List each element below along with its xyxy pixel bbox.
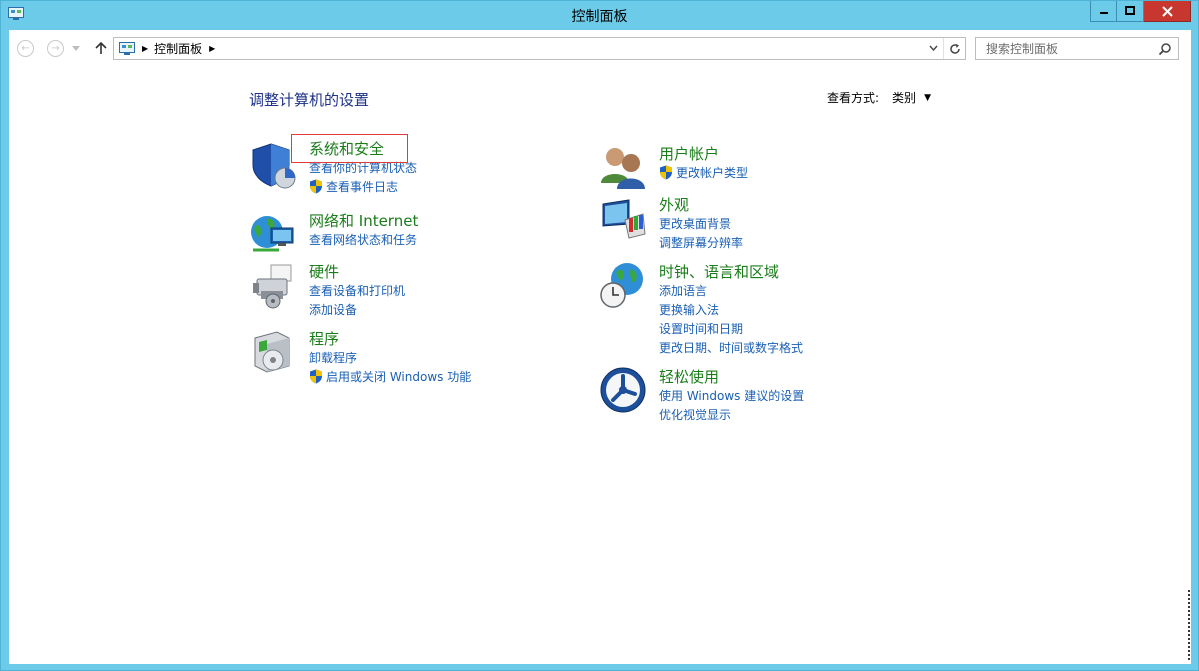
link-text[interactable]: 更改帐户类型 <box>676 164 748 181</box>
back-arrow-icon: ← <box>17 40 34 57</box>
link-view-network-status[interactable]: 查看网络状态和任务 <box>309 230 417 249</box>
view-by-dropdown[interactable]: 类别 ▼ <box>892 89 931 106</box>
chevron-down-icon[interactable]: ▼ <box>924 93 931 103</box>
link-text[interactable]: 启用或关闭 Windows 功能 <box>326 368 471 385</box>
category-hardware: 硬件 查看设备和打印机 添加设备 <box>249 261 549 321</box>
network-globe-icon[interactable] <box>249 210 297 258</box>
link-text[interactable]: 使用 Windows 建议的设置 <box>659 387 804 404</box>
category-system-security: 系统和安全 查看你的计算机状态 查看事件日志 <box>249 141 549 201</box>
users-icon[interactable] <box>599 143 647 191</box>
category-ease-of-access: 轻松使用 使用 Windows 建议的设置 优化视觉显示 <box>599 366 899 426</box>
breadcrumb[interactable]: 控制面板 <box>154 40 202 57</box>
up-button[interactable] <box>91 39 110 58</box>
view-by-label: 查看方式: <box>827 89 879 106</box>
shield-icon[interactable] <box>249 141 297 189</box>
search-icon[interactable] <box>1158 42 1172 56</box>
uac-shield-icon <box>659 165 673 180</box>
category-network-internet: 网络和 Internet 查看网络状态和任务 <box>249 210 549 260</box>
client-area: ← → ▶ 控制面板 ▶ <box>9 30 1191 664</box>
programs-box-icon[interactable] <box>249 328 297 376</box>
link-optimize-visual-display[interactable]: 优化视觉显示 <box>659 405 804 424</box>
link-view-devices-printers[interactable]: 查看设备和打印机 <box>309 281 405 300</box>
link-text[interactable]: 查看设备和打印机 <box>309 282 405 299</box>
page-title: 调整计算机的设置 <box>249 89 369 110</box>
category-user-accounts: 用户帐户 更改帐户类型 <box>599 143 899 193</box>
breadcrumb-separator-icon[interactable]: ▶ <box>209 44 215 53</box>
category-title[interactable]: 硬件 <box>309 261 339 282</box>
recent-locations-button[interactable] <box>70 39 82 58</box>
link-view-event-logs[interactable]: 查看事件日志 <box>309 177 417 196</box>
link-windows-recommended-settings[interactable]: 使用 Windows 建议的设置 <box>659 386 804 405</box>
minimize-icon <box>1099 6 1109 16</box>
maximize-icon <box>1125 6 1135 16</box>
back-button[interactable]: ← <box>16 39 35 58</box>
uac-shield-icon <box>309 369 323 384</box>
link-adjust-screen-resolution[interactable]: 调整屏幕分辨率 <box>659 233 743 252</box>
link-change-desktop-background[interactable]: 更改桌面背景 <box>659 214 743 233</box>
link-set-time-date[interactable]: 设置时间和日期 <box>659 319 803 338</box>
link-text[interactable]: 添加语言 <box>659 282 707 299</box>
category-title[interactable]: 系统和安全 <box>309 138 384 159</box>
link-add-language[interactable]: 添加语言 <box>659 281 803 300</box>
chevron-down-icon <box>929 45 938 51</box>
close-button[interactable] <box>1144 1 1191 22</box>
search-box[interactable] <box>975 37 1179 60</box>
printer-icon[interactable] <box>249 261 297 309</box>
category-title[interactable]: 外观 <box>659 194 689 215</box>
forward-arrow-icon: → <box>47 40 64 57</box>
title-bar[interactable]: 控制面板 <box>1 1 1198 30</box>
link-text[interactable]: 更改桌面背景 <box>659 215 731 232</box>
link-text[interactable]: 查看你的计算机状态 <box>309 159 417 176</box>
link-text[interactable]: 查看事件日志 <box>326 178 398 195</box>
close-icon <box>1162 6 1173 17</box>
link-text[interactable]: 优化视觉显示 <box>659 406 731 423</box>
forward-button[interactable]: → <box>46 39 65 58</box>
refresh-button[interactable] <box>943 38 965 59</box>
appearance-monitor-icon[interactable] <box>599 194 647 242</box>
category-appearance: 外观 更改桌面背景 调整屏幕分辨率 <box>599 194 899 254</box>
category-title[interactable]: 轻松使用 <box>659 366 719 387</box>
link-change-input-method[interactable]: 更换输入法 <box>659 300 803 319</box>
navigation-bar: ← → ▶ 控制面板 ▶ <box>9 30 1191 66</box>
chevron-down-icon <box>72 46 80 51</box>
category-title[interactable]: 程序 <box>309 328 339 349</box>
category-programs: 程序 卸载程序 启用或关闭 Windows 功能 <box>249 328 549 388</box>
maximize-button[interactable] <box>1117 1 1144 22</box>
link-uninstall-program[interactable]: 卸载程序 <box>309 348 471 367</box>
breadcrumb-separator-icon[interactable]: ▶ <box>142 44 148 53</box>
category-title[interactable]: 用户帐户 <box>659 143 719 164</box>
link-view-computer-status[interactable]: 查看你的计算机状态 <box>309 158 417 177</box>
clock-globe-icon[interactable] <box>599 261 647 309</box>
link-text[interactable]: 设置时间和日期 <box>659 320 743 337</box>
resize-grip[interactable] <box>1188 590 1191 660</box>
up-arrow-icon <box>95 42 107 55</box>
link-text[interactable]: 更换输入法 <box>659 301 719 318</box>
refresh-icon <box>949 43 961 55</box>
minimize-button[interactable] <box>1090 1 1117 22</box>
control-panel-window: 控制面板 ← → <box>0 0 1199 671</box>
link-change-account-type[interactable]: 更改帐户类型 <box>659 163 748 182</box>
control-panel-icon <box>119 42 135 56</box>
search-input[interactable] <box>976 38 1156 59</box>
link-change-date-format[interactable]: 更改日期、时间或数字格式 <box>659 338 803 357</box>
view-by: 查看方式: 类别 ▼ <box>827 89 931 106</box>
link-turn-windows-features[interactable]: 启用或关闭 Windows 功能 <box>309 367 471 386</box>
category-clock-language-region: 时钟、语言和区域 添加语言 更换输入法 设置时间和日期 更改日期、时间或数字格式 <box>599 261 899 361</box>
category-title[interactable]: 时钟、语言和区域 <box>659 261 779 282</box>
link-text[interactable]: 卸载程序 <box>309 349 357 366</box>
window-title: 控制面板 <box>1 6 1198 26</box>
address-bar[interactable]: ▶ 控制面板 ▶ <box>113 37 966 60</box>
link-text[interactable]: 调整屏幕分辨率 <box>659 234 743 251</box>
address-dropdown-button[interactable] <box>923 44 943 54</box>
ease-of-access-icon[interactable] <box>599 366 647 414</box>
link-text[interactable]: 更改日期、时间或数字格式 <box>659 339 803 356</box>
view-by-value[interactable]: 类别 <box>892 89 916 106</box>
link-text[interactable]: 添加设备 <box>309 301 357 318</box>
link-text[interactable]: 查看网络状态和任务 <box>309 231 417 248</box>
category-title[interactable]: 网络和 Internet <box>309 210 418 231</box>
link-add-device[interactable]: 添加设备 <box>309 300 405 319</box>
uac-shield-icon <box>309 179 323 194</box>
